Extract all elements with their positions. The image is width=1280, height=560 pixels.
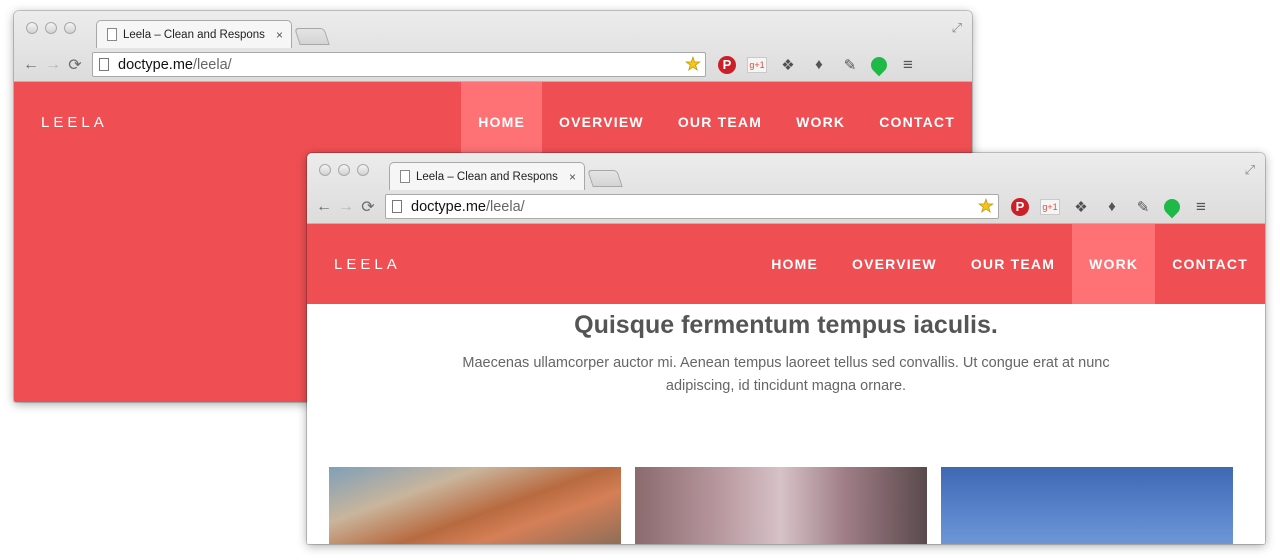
site-header: LEELA HOME OVERVIEW OUR TEAM WORK CONTAC… xyxy=(14,82,972,162)
browser-toolbar: ← → ⟳ doctype.me/leela/ ★ P g+1 ❖ ♦ ✎ ≡ xyxy=(307,189,1265,224)
page-viewport: LEELA HOME OVERVIEW OUR TEAM WORK CONTAC… xyxy=(307,224,1265,544)
close-window-button[interactable] xyxy=(319,164,331,176)
page-icon xyxy=(107,28,117,41)
back-icon[interactable]: ← xyxy=(313,198,335,216)
tab-strip: Leela – Clean and Respons × ⤢ xyxy=(307,153,1265,190)
browser-window-front: Leela – Clean and Respons × ⤢ ← → ⟳ doct… xyxy=(307,153,1265,544)
site-header: LEELA HOME OVERVIEW OUR TEAM WORK CONTAC… xyxy=(307,224,1265,304)
nav-overview[interactable]: OVERVIEW xyxy=(835,224,954,304)
wrench-icon[interactable]: ✎ xyxy=(840,56,860,74)
fullscreen-icon[interactable]: ⤢ xyxy=(952,20,962,36)
page-icon xyxy=(400,170,410,183)
pinterest-icon[interactable]: P xyxy=(718,55,736,74)
portfolio-image-forest[interactable] xyxy=(635,467,927,544)
section-headline: Quisque fermentum tempus iaculis. xyxy=(574,311,998,339)
main-nav: HOME OVERVIEW OUR TEAM WORK CONTACT xyxy=(754,224,1265,304)
close-tab-icon[interactable]: × xyxy=(569,170,576,184)
bookmark-star-icon[interactable]: ★ xyxy=(685,54,702,75)
new-tab-button[interactable] xyxy=(294,28,330,45)
nav-work[interactable]: WORK xyxy=(1072,224,1156,304)
nav-contact[interactable]: CONTACT xyxy=(1155,224,1265,304)
minimize-window-button[interactable] xyxy=(45,22,57,34)
portfolio-gallery xyxy=(329,467,1233,544)
extension-icons: P g+1 ❖ ♦ ✎ ≡ xyxy=(718,53,918,76)
tab-strip: Leela – Clean and Respons × ⤢ xyxy=(14,11,972,48)
nav-our-team[interactable]: OUR TEAM xyxy=(661,82,779,162)
address-bar[interactable]: doctype.me/leela/ ★ xyxy=(92,52,706,77)
site-logo[interactable]: LEELA xyxy=(307,224,754,304)
url-text[interactable]: doctype.me/leela/ xyxy=(118,57,685,73)
browser-chrome: Leela – Clean and Respons × ⤢ ← → ⟳ doct… xyxy=(14,11,972,82)
fullscreen-icon[interactable]: ⤢ xyxy=(1245,162,1255,178)
zoom-window-button[interactable] xyxy=(64,22,76,34)
nav-contact[interactable]: CONTACT xyxy=(862,82,972,162)
tab-title: Leela – Clean and Respons xyxy=(416,170,558,183)
pinterest-icon[interactable]: P xyxy=(1011,197,1029,216)
google-plus-icon[interactable]: g+1 xyxy=(1040,198,1060,215)
address-bar[interactable]: doctype.me/leela/ ★ xyxy=(385,194,999,219)
browser-toolbar: ← → ⟳ doctype.me/leela/ ★ P g+1 ❖ ♦ ✎ ≡ xyxy=(14,47,972,82)
nav-home[interactable]: HOME xyxy=(461,82,542,162)
browser-tab[interactable]: Leela – Clean and Respons × xyxy=(96,20,292,48)
portfolio-image-boats[interactable] xyxy=(329,467,621,544)
browser-tab[interactable]: Leela – Clean and Respons × xyxy=(389,162,585,190)
wrench-icon[interactable]: ✎ xyxy=(1133,198,1153,216)
browser-menu-icon[interactable]: ≡ xyxy=(898,55,918,75)
close-window-button[interactable] xyxy=(26,22,38,34)
portfolio-image-sky[interactable] xyxy=(941,467,1233,544)
main-nav: HOME OVERVIEW OUR TEAM WORK CONTACT xyxy=(461,82,972,162)
zoom-window-button[interactable] xyxy=(357,164,369,176)
close-tab-icon[interactable]: × xyxy=(276,28,283,42)
reload-icon[interactable]: ⟳ xyxy=(64,55,86,75)
section-lead: Maecenas ullamcorper auctor mi. Aenean t… xyxy=(462,355,1110,394)
url-path: /leela/ xyxy=(192,56,232,73)
tab-title: Leela – Clean and Respons xyxy=(123,28,265,41)
bookmark-star-icon[interactable]: ★ xyxy=(978,196,995,217)
evernote-icon[interactable]: ❖ xyxy=(778,56,798,74)
drop-icon[interactable]: ♦ xyxy=(809,56,829,73)
google-plus-icon[interactable]: g+1 xyxy=(747,56,767,73)
work-section: Quisque fermentum tempus iaculis. Maecen… xyxy=(307,304,1265,544)
nav-overview[interactable]: OVERVIEW xyxy=(542,82,661,162)
forward-icon[interactable]: → xyxy=(42,56,64,74)
window-controls xyxy=(319,164,369,176)
browser-chrome: Leela – Clean and Respons × ⤢ ← → ⟳ doct… xyxy=(307,153,1265,224)
url-host: doctype.me xyxy=(411,198,486,215)
drop-icon[interactable]: ♦ xyxy=(1102,198,1122,215)
page-icon xyxy=(392,200,402,213)
url-text[interactable]: doctype.me/leela/ xyxy=(411,199,978,215)
new-tab-button[interactable] xyxy=(587,170,623,187)
site-logo[interactable]: LEELA xyxy=(14,82,461,162)
url-path: /leela/ xyxy=(485,198,525,215)
leaf-icon[interactable] xyxy=(867,53,891,76)
page-icon xyxy=(99,58,109,71)
nav-work[interactable]: WORK xyxy=(779,82,862,162)
extension-icons: P g+1 ❖ ♦ ✎ ≡ xyxy=(1011,195,1211,218)
nav-our-team[interactable]: OUR TEAM xyxy=(954,224,1072,304)
reload-icon[interactable]: ⟳ xyxy=(357,197,379,217)
evernote-icon[interactable]: ❖ xyxy=(1071,198,1091,216)
minimize-window-button[interactable] xyxy=(338,164,350,176)
back-icon[interactable]: ← xyxy=(20,56,42,74)
forward-icon[interactable]: → xyxy=(335,198,357,216)
browser-menu-icon[interactable]: ≡ xyxy=(1191,197,1211,217)
leaf-icon[interactable] xyxy=(1160,195,1184,218)
nav-home[interactable]: HOME xyxy=(754,224,835,304)
url-host: doctype.me xyxy=(118,56,193,73)
window-controls xyxy=(26,22,76,34)
